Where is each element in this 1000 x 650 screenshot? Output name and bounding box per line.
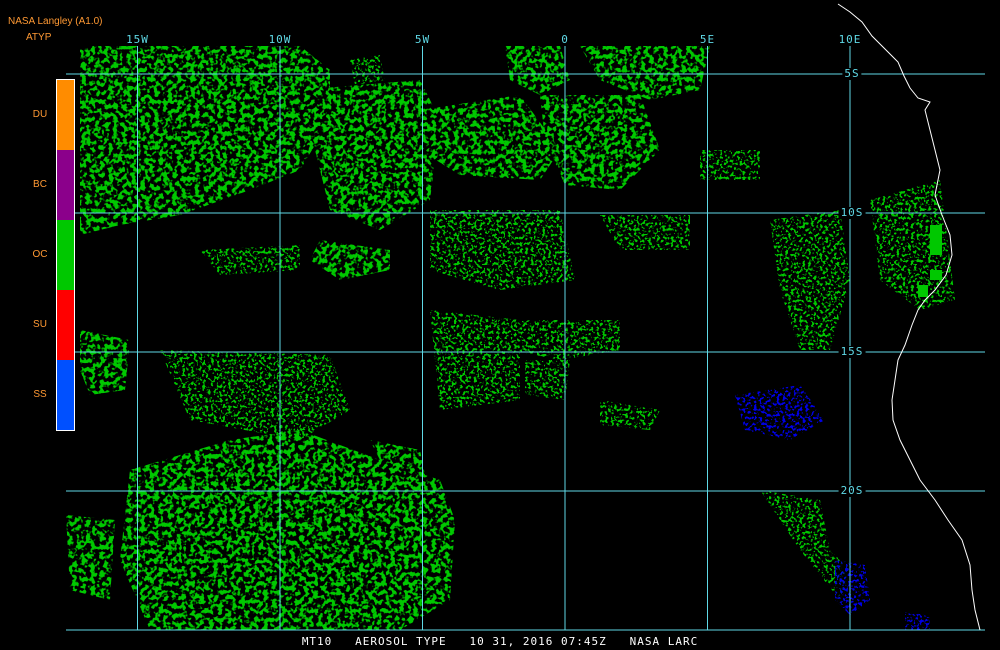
map-canvas [66,3,985,631]
oc-patch [600,400,660,430]
longitude-label: 0 [561,33,569,46]
oc-patch [870,180,955,310]
oc-patch [200,245,300,275]
ss-patch [905,612,930,630]
oc-patch [700,150,760,180]
legend-label-ss: SS [33,389,47,400]
legend-swatch-su [57,290,74,360]
oc-patch [540,95,660,190]
oc-block [930,270,942,280]
longitude-label: 5W [414,33,431,46]
oc-patch [580,46,710,100]
oc-patch [310,240,390,280]
longitude-label: 10W [268,33,292,46]
legend-label-du: DU [32,109,48,120]
aerosol-type-map: NASA Langley (A1.0) ATYP DU BC OC SU SS 15W 1… [0,0,1000,650]
legend-swatch-bc [57,150,74,220]
oc-patch [505,46,570,95]
ss-patch [835,560,870,615]
map-title: NASA Langley (A1.0) [8,16,103,27]
product-label: ATYP [26,32,52,43]
oc-patch [350,55,385,85]
legend-label-oc: OC [32,249,48,260]
legend-swatch-oc [57,220,74,290]
oc-patch [160,350,350,440]
sea-salt-aerosol-region [735,385,930,630]
longitude-label: 5E [699,33,716,46]
oc-patch [600,215,690,250]
latitude-label: 5S [842,67,862,80]
organic-carbon-aerosol-region [66,46,955,630]
longitude-label: 10E [838,33,862,46]
oc-block [930,225,942,255]
legend-label-su: SU [33,319,47,330]
oc-patch [300,80,440,230]
latitude-label: 10S [838,206,866,219]
oc-patch [770,210,850,350]
african-coastline [837,3,981,631]
latitude-label: 15S [838,345,866,358]
oc-block [918,285,928,297]
map-footer-caption: MT10 AEROSOL TYPE 10 31, 2016 07:45Z NAS… [301,635,699,648]
oc-patch [525,360,570,400]
legend-label-bc: BC [33,179,47,190]
oc-patch [430,210,575,290]
oc-patch [420,95,560,180]
oc-patch [66,515,115,600]
latitude-label: 20S [838,484,866,497]
ss-patch [735,385,825,440]
legend-swatch-ss [57,360,74,430]
oc-patch [80,330,130,395]
legend-swatch-du [57,80,74,150]
longitude-label: 15W [126,33,149,46]
